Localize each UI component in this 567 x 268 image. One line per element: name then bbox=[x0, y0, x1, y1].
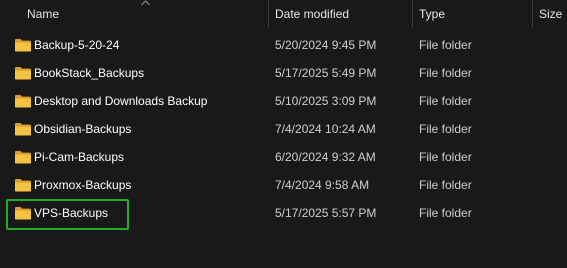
folder-icon bbox=[15, 151, 31, 164]
column-header-name-label: Name bbox=[27, 7, 60, 21]
file-type: File folder bbox=[419, 38, 472, 52]
file-type: File folder bbox=[419, 66, 472, 80]
folder-icon bbox=[15, 67, 31, 80]
file-date-modified: 5/17/2025 5:57 PM bbox=[275, 206, 377, 220]
folder-icon bbox=[15, 95, 31, 108]
file-name: Obsidian-Backups bbox=[34, 122, 132, 136]
file-type: File folder bbox=[419, 178, 472, 192]
file-row[interactable]: Pi-Cam-Backups 6/20/2024 9:32 AM File fo… bbox=[0, 143, 567, 171]
file-name: Proxmox-Backups bbox=[34, 178, 132, 192]
file-list: Backup-5-20-24 5/20/2024 9:45 PM File fo… bbox=[0, 31, 567, 227]
file-date-modified: 7/4/2024 10:24 AM bbox=[275, 122, 376, 136]
file-date-modified: 5/17/2025 5:49 PM bbox=[275, 66, 377, 80]
file-date-modified: 7/4/2024 9:58 AM bbox=[275, 178, 370, 192]
file-type: File folder bbox=[419, 122, 472, 136]
column-header-type-label: Type bbox=[419, 7, 446, 21]
file-name: VPS-Backups bbox=[34, 206, 109, 220]
file-row[interactable]: BookStack_Backups 5/17/2025 5:49 PM File… bbox=[0, 59, 567, 87]
column-header-date-modified[interactable]: Date modified bbox=[269, 0, 411, 28]
file-row[interactable]: Obsidian-Backups 7/4/2024 10:24 AM File … bbox=[0, 115, 567, 143]
file-row[interactable]: Backup-5-20-24 5/20/2024 9:45 PM File fo… bbox=[0, 31, 567, 59]
column-header-size-label: Size bbox=[539, 7, 563, 21]
column-header-row: Name Date modified Type Size bbox=[0, 0, 567, 28]
chevron-up-icon bbox=[141, 0, 150, 6]
folder-icon bbox=[15, 179, 31, 192]
file-name: Backup-5-20-24 bbox=[34, 38, 120, 52]
column-header-type[interactable]: Type bbox=[413, 0, 531, 28]
file-name: Pi-Cam-Backups bbox=[34, 150, 125, 164]
file-row-vps-backups[interactable]: VPS-Backups 5/17/2025 5:57 PM File folde… bbox=[0, 199, 567, 227]
file-name: BookStack_Backups bbox=[34, 66, 145, 80]
file-date-modified: 6/20/2024 9:32 AM bbox=[275, 150, 376, 164]
file-date-modified: 5/10/2025 3:09 PM bbox=[275, 94, 377, 108]
file-type: File folder bbox=[419, 150, 472, 164]
column-header-name[interactable]: Name bbox=[0, 0, 267, 28]
file-date-modified: 5/20/2024 9:45 PM bbox=[275, 38, 377, 52]
folder-icon bbox=[15, 39, 31, 52]
file-type: File folder bbox=[419, 206, 472, 220]
file-type: File folder bbox=[419, 94, 472, 108]
folder-icon bbox=[15, 123, 31, 136]
column-header-date-label: Date modified bbox=[275, 7, 350, 21]
file-row[interactable]: Desktop and Downloads Backup 5/10/2025 3… bbox=[0, 87, 567, 115]
column-header-size[interactable]: Size bbox=[533, 0, 567, 28]
file-row[interactable]: Proxmox-Backups 7/4/2024 9:58 AM File fo… bbox=[0, 171, 567, 199]
file-explorer-details-view: Name Date modified Type Size Backup-5-20… bbox=[0, 0, 567, 268]
folder-icon bbox=[15, 207, 31, 220]
file-name: Desktop and Downloads Backup bbox=[34, 94, 208, 108]
